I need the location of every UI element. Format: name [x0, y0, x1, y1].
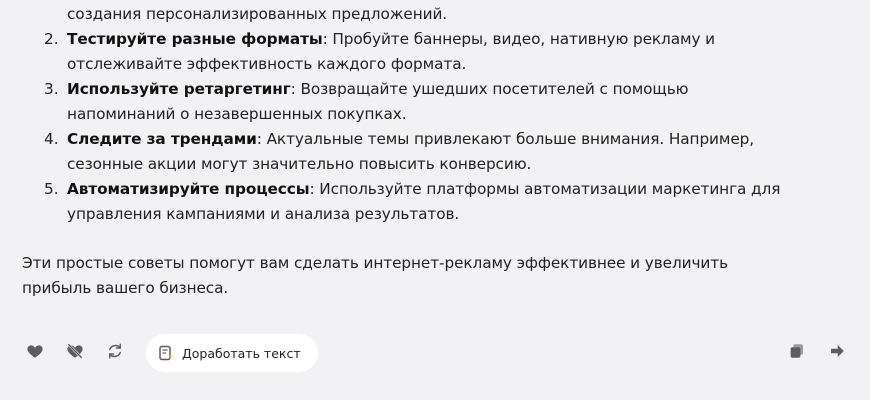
list-item-text: : Возвращайте ушедших посетителей с помо… — [290, 80, 689, 98]
copy-button[interactable] — [786, 342, 808, 364]
list-number: 3. — [44, 80, 59, 98]
list-item: 4. Следите за трендами: Актуальные темы … — [22, 127, 852, 177]
summary-paragraph: Эти простые советы помогут вам сделать и… — [22, 251, 852, 301]
list-item: 5. Автоматизируйте процессы: Используйте… — [22, 177, 852, 227]
list-number: 5. — [44, 180, 59, 198]
list-item-line1: Автоматизируйте процессы: Используйте пл… — [67, 177, 852, 202]
list-item: 2. Тестируйте разные форматы: Пробуйте б… — [22, 27, 852, 77]
dislike-button[interactable] — [64, 342, 86, 364]
list-item-line1: Следите за трендами: Актуальные темы при… — [67, 127, 852, 152]
list-item-line2: сезонные акции могут значительно повысит… — [67, 155, 532, 173]
refine-text-button[interactable]: Доработать текст — [146, 334, 318, 372]
dislike-icon — [66, 342, 84, 364]
tips-list: 2. Тестируйте разные форматы: Пробуйте б… — [22, 27, 852, 227]
regenerate-button[interactable] — [104, 342, 126, 364]
list-item-text: : Используйте платформы автоматизации ма… — [309, 180, 781, 198]
list-item-line2: управления кампаниями и анализа результа… — [67, 205, 460, 223]
list-item-line2: отслеживайте эффективность каждого форма… — [67, 55, 467, 73]
copy-icon — [788, 342, 806, 364]
list-item-continuation: создания персонализированных предложений… — [67, 5, 448, 23]
refine-text-label: Доработать текст — [182, 345, 301, 361]
list-item-title: Используйте ретаргетинг — [67, 80, 291, 98]
summary-line: прибыль вашего бизнеса. — [22, 279, 229, 297]
regenerate-icon — [106, 342, 124, 364]
like-button[interactable] — [24, 342, 46, 364]
list-number: 2. — [44, 30, 59, 48]
refine-icon — [158, 345, 174, 361]
list-item-title: Тестируйте разные форматы — [67, 30, 323, 48]
message-body: создания персонализированных предложений… — [22, 0, 852, 301]
list-number: 4. — [44, 130, 59, 148]
summary-line: Эти простые советы помогут вам сделать и… — [22, 254, 728, 272]
list-item-line1: Используйте ретаргетинг: Возвращайте уше… — [67, 77, 852, 102]
list-item-title: Автоматизируйте процессы — [67, 180, 310, 198]
list-item: 3. Используйте ретаргетинг: Возвращайте … — [22, 77, 852, 127]
heart-icon — [26, 342, 44, 364]
list-item-line2: напоминаний о незавершенных покупках. — [67, 105, 407, 123]
message-actions: Доработать текст — [0, 334, 870, 374]
share-icon — [828, 342, 846, 364]
share-button[interactable] — [826, 342, 848, 364]
list-item-text: : Актуальные темы привлекают больше вним… — [256, 130, 755, 148]
list-item-text: : Пробуйте баннеры, видео, нативную рекл… — [322, 30, 716, 48]
list-item-title: Следите за трендами — [67, 130, 257, 148]
list-item-line1: Тестируйте разные форматы: Пробуйте банн… — [67, 27, 852, 52]
